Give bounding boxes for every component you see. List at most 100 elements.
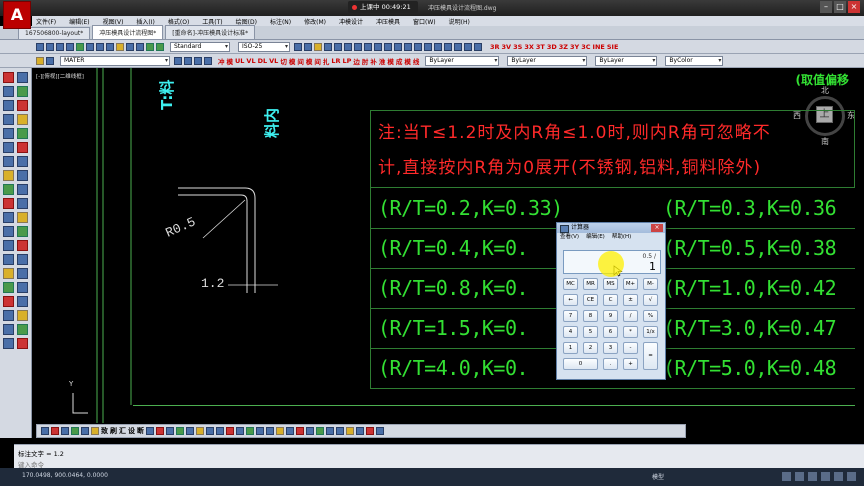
bt-icon-16[interactable]: [236, 427, 244, 435]
key-sqrt[interactable]: √: [643, 294, 658, 306]
zoom-icon[interactable]: [156, 42, 164, 51]
menu-die-design[interactable]: 冲模设计: [339, 17, 363, 26]
print-icon[interactable]: [66, 42, 74, 51]
compass-north[interactable]: 北: [821, 85, 829, 96]
command-line[interactable]: 标注文字 = 1.2 键入命令: [14, 444, 864, 469]
bt-icon-22[interactable]: [296, 427, 304, 435]
hatch-icon[interactable]: [444, 42, 452, 51]
point-icon[interactable]: [17, 156, 28, 167]
polygon-icon[interactable]: [17, 86, 28, 97]
bt-icon-12[interactable]: [196, 427, 204, 435]
bt-icon-23[interactable]: [306, 427, 314, 435]
move-icon[interactable]: [3, 240, 14, 251]
menu-window[interactable]: 窗口(W): [413, 17, 436, 26]
preview-icon[interactable]: [76, 42, 84, 51]
red-tool-18[interactable]: 淮: [379, 56, 386, 66]
ellipse-icon[interactable]: [17, 128, 28, 139]
measure-icon[interactable]: [464, 42, 472, 51]
red-cmd-5[interactable]: 3T: [536, 43, 545, 51]
red-cmd-3[interactable]: 3S: [513, 43, 522, 51]
dim-angular-icon[interactable]: [17, 338, 28, 349]
red-cmd-4[interactable]: 3X: [524, 43, 534, 51]
help-icon[interactable]: [384, 42, 392, 51]
image-icon[interactable]: [434, 42, 442, 51]
red-tool-4[interactable]: VL: [246, 57, 255, 65]
key-9[interactable]: 9: [603, 310, 618, 322]
key-subtract[interactable]: -: [623, 342, 638, 354]
red-cmd-9[interactable]: 3C: [581, 43, 590, 51]
red-tool-17[interactable]: 补: [370, 56, 377, 66]
menu-file[interactable]: 文件(F): [36, 17, 56, 26]
red-tool-2[interactable]: 模: [227, 56, 234, 66]
key-decimal[interactable]: .: [603, 358, 618, 370]
key-m-plus[interactable]: M+: [623, 278, 638, 290]
key-2[interactable]: 2: [583, 342, 598, 354]
red-cmd-7[interactable]: 3Z: [559, 43, 568, 51]
red-tool-15[interactable]: 边: [353, 56, 360, 66]
bt-icon-15[interactable]: [226, 427, 234, 435]
bt-icon-8[interactable]: [156, 427, 164, 435]
red-cmd-11[interactable]: SIE: [607, 43, 619, 51]
bt-icon-11[interactable]: [186, 427, 194, 435]
erase-icon[interactable]: [17, 198, 28, 209]
light-icon[interactable]: [314, 42, 322, 51]
bt-icon-2[interactable]: [51, 427, 59, 435]
red-cmd-1[interactable]: 3R: [490, 43, 500, 51]
sheet-set-icon[interactable]: [354, 42, 362, 51]
bt-icon-14[interactable]: [216, 427, 224, 435]
cut-icon[interactable]: [86, 42, 94, 51]
red-tool-3[interactable]: UL: [235, 57, 244, 65]
calc-menu-view[interactable]: 查看(V): [560, 233, 579, 242]
layer-icon[interactable]: [304, 42, 312, 51]
table-tool-icon[interactable]: [17, 184, 28, 195]
polar-icon[interactable]: [821, 472, 830, 481]
insert-block-icon[interactable]: [17, 142, 28, 153]
lineweight-select[interactable]: ByLayer: [595, 55, 658, 66]
linetype-select[interactable]: ByLayer: [507, 55, 588, 66]
array-icon[interactable]: [17, 226, 28, 237]
design-center-icon[interactable]: [334, 42, 342, 51]
red-tool-12[interactable]: 扎: [323, 56, 330, 66]
layer-select[interactable]: MATER: [60, 55, 170, 66]
region-icon[interactable]: [454, 42, 462, 51]
xref-icon[interactable]: [424, 42, 432, 51]
bt-cmd-3[interactable]: 汇: [119, 426, 126, 436]
dim-aligned-icon[interactable]: [3, 324, 14, 335]
red-tool-20[interactable]: 成: [396, 56, 403, 66]
stretch-icon[interactable]: [17, 254, 28, 265]
open-icon[interactable]: [46, 42, 54, 51]
red-tool-7[interactable]: 切: [280, 56, 287, 66]
key-add[interactable]: +: [623, 358, 638, 370]
menu-help[interactable]: 说明(H): [449, 17, 470, 26]
red-tool-16[interactable]: 肘: [362, 56, 369, 66]
bt-cmd-2[interactable]: 刷: [110, 426, 117, 436]
dim-radius-icon[interactable]: [17, 324, 28, 335]
key-plus-minus[interactable]: ±: [623, 294, 638, 306]
bt-icon-10[interactable]: [176, 427, 184, 435]
color-select[interactable]: ByLayer: [425, 55, 500, 66]
model-tab[interactable]: 模型: [652, 472, 664, 481]
rotate-icon[interactable]: [17, 240, 28, 251]
dim-diameter-icon[interactable]: [3, 338, 14, 349]
bt-icon-28[interactable]: [356, 427, 364, 435]
calc-icon[interactable]: [374, 42, 382, 51]
red-tool-8[interactable]: 模: [289, 56, 296, 66]
make-current-icon[interactable]: [174, 56, 182, 65]
bt-icon-29[interactable]: [366, 427, 374, 435]
red-tool-1[interactable]: 冲: [218, 56, 225, 66]
calculator-close-button[interactable]: ×: [651, 224, 663, 232]
bt-icon-3[interactable]: [61, 427, 69, 435]
calculator-window[interactable]: 计算器 × 查看(V) 编辑(E) 帮助(H) 0.5 / 1 MC MR MS…: [556, 222, 666, 380]
key-c[interactable]: C: [603, 294, 618, 306]
key-0[interactable]: 0: [563, 358, 598, 370]
break-icon[interactable]: [3, 282, 14, 293]
gradient-icon[interactable]: [17, 170, 28, 181]
red-tool-21[interactable]: 模: [404, 56, 411, 66]
red-cmd-6[interactable]: 3D: [547, 43, 557, 51]
key-mr[interactable]: MR: [583, 278, 598, 290]
bt-icon-26[interactable]: [336, 427, 344, 435]
key-multiply[interactable]: *: [623, 326, 638, 338]
key-4[interactable]: 4: [563, 326, 578, 338]
red-tool-10[interactable]: 模: [306, 56, 313, 66]
bt-icon-4[interactable]: [71, 427, 79, 435]
